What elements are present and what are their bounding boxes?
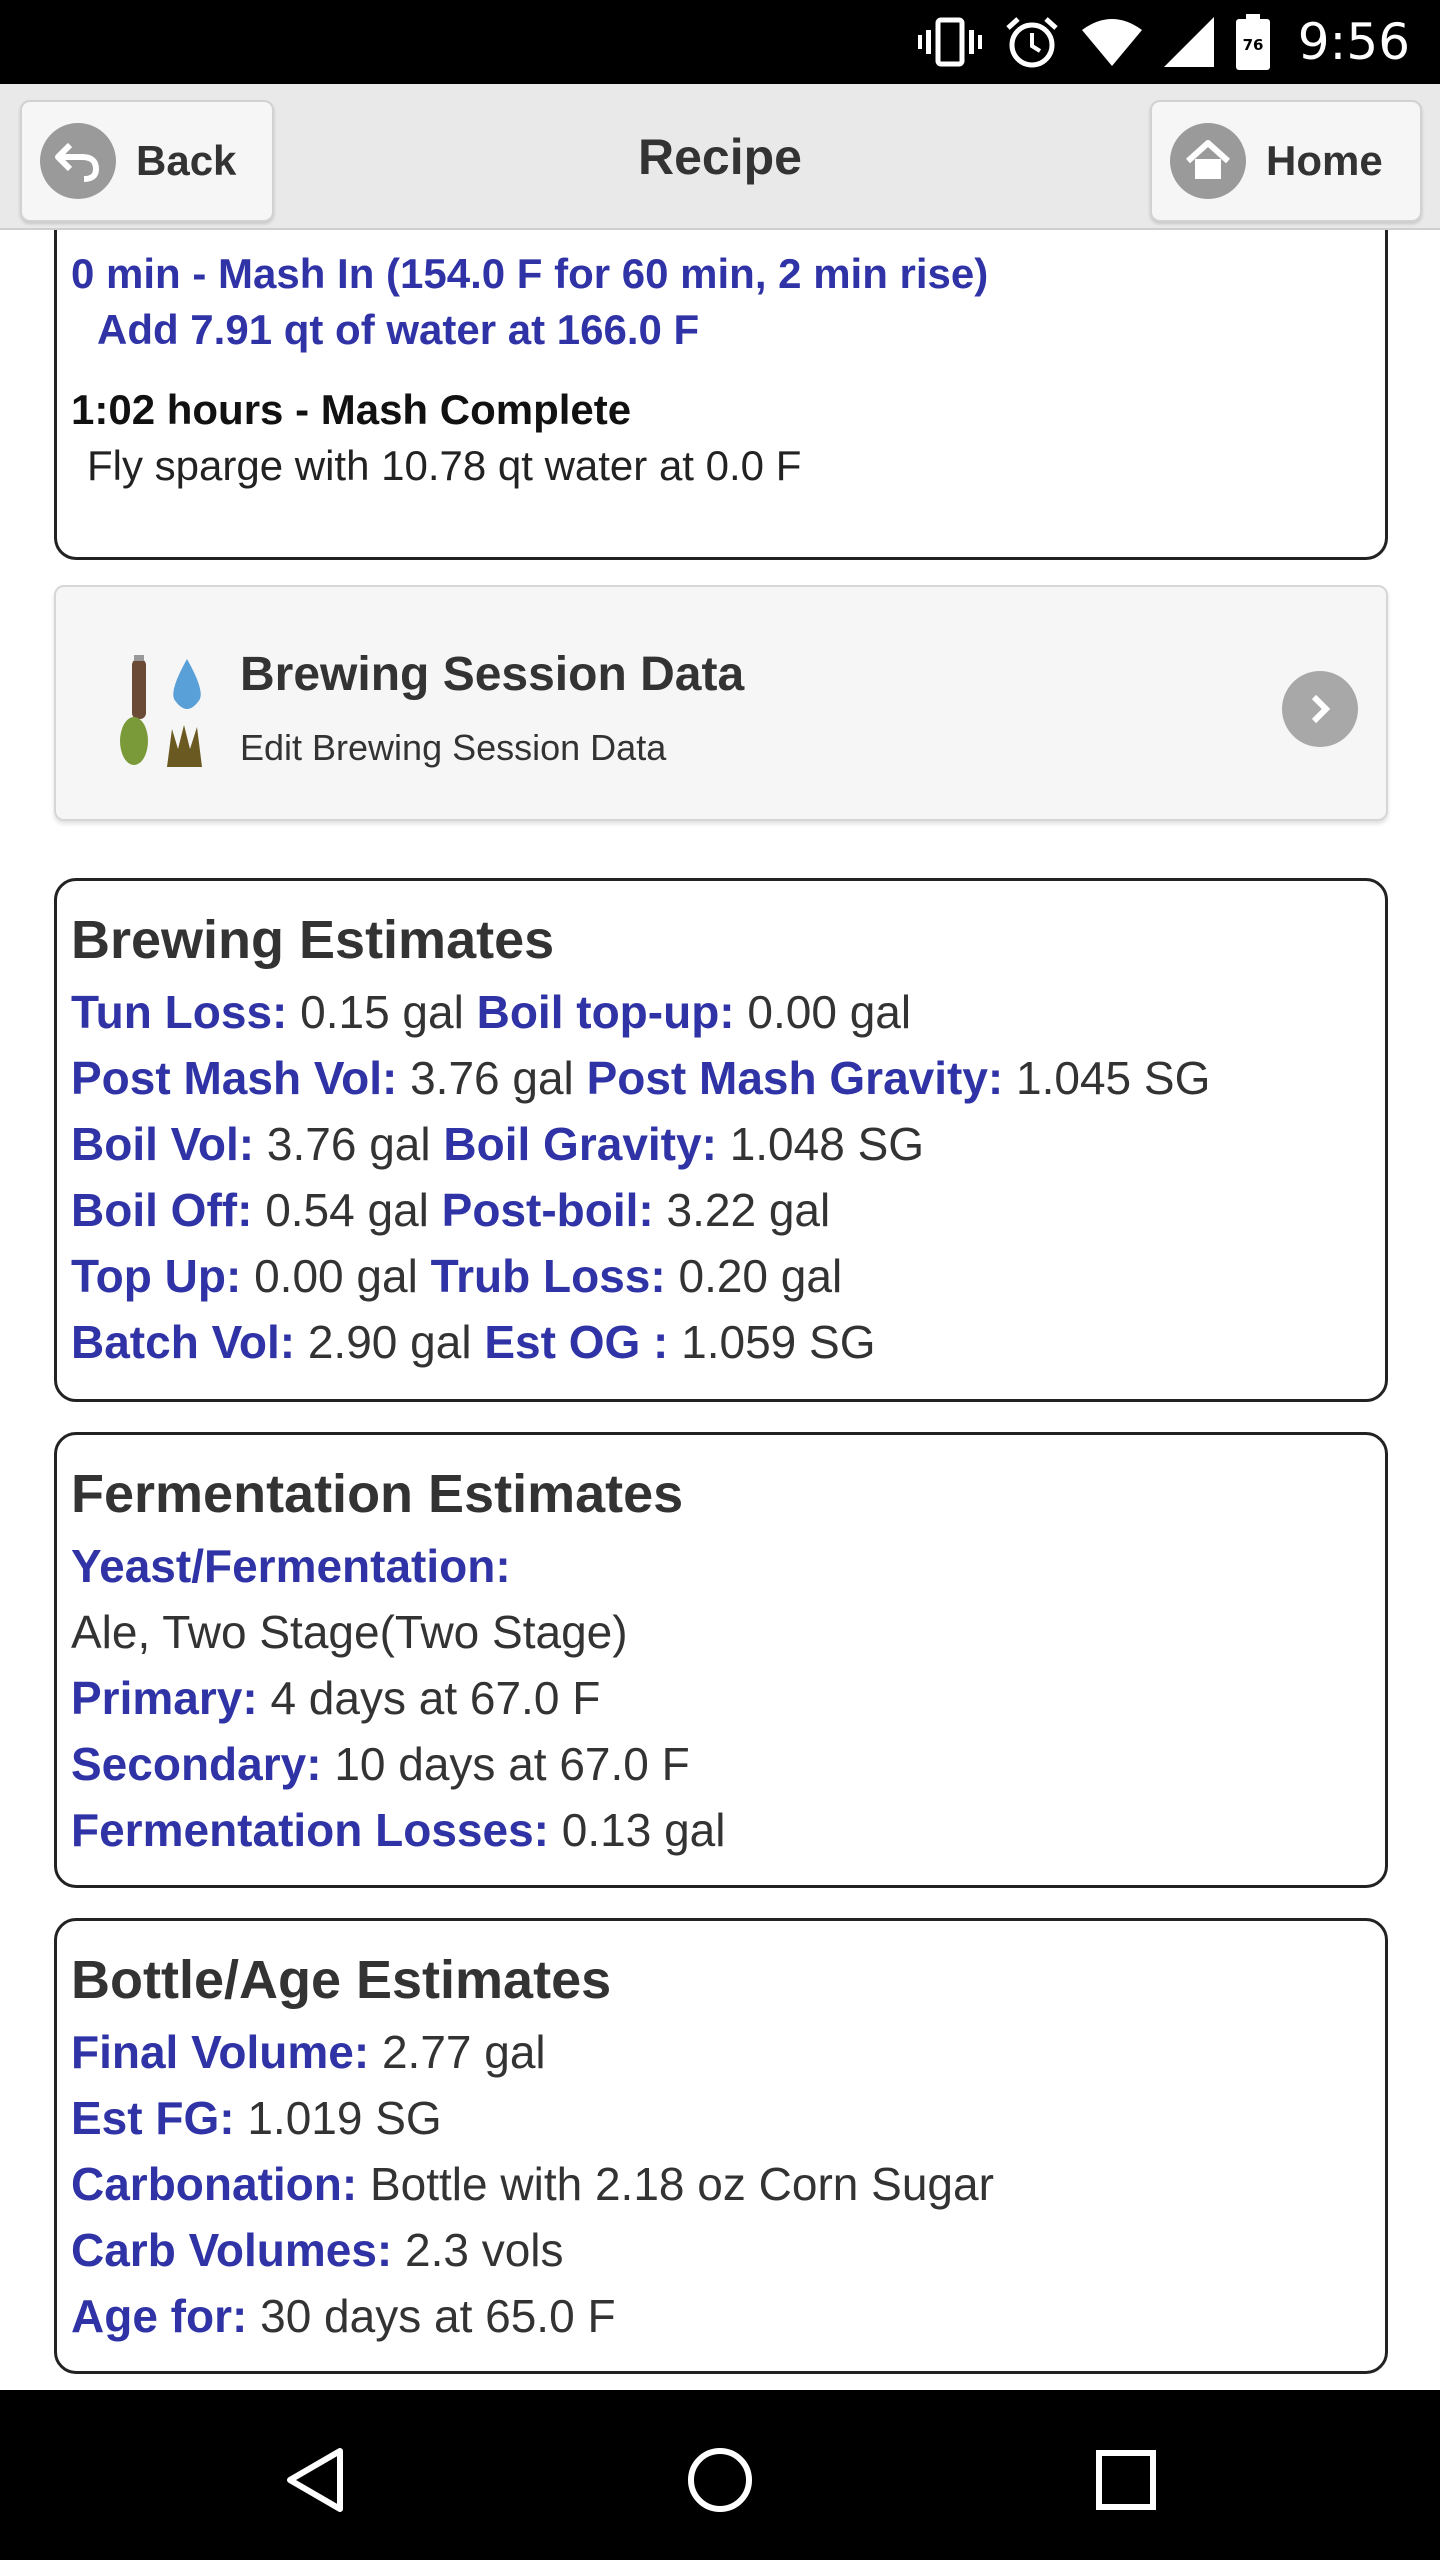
system-nav-bar bbox=[0, 2390, 1440, 2560]
back-button-label: Back bbox=[136, 137, 237, 184]
wifi-icon bbox=[1081, 19, 1142, 66]
fermentation-estimates-title: Fermentation Estimates bbox=[71, 1464, 684, 1524]
estimate-row: Primary: 4 days at 67.0 F bbox=[71, 1672, 601, 1724]
back-button[interactable]: Back bbox=[20, 100, 274, 222]
estimate-row: Batch Vol: 2.90 gal Est OG : 1.059 SG bbox=[71, 1316, 876, 1368]
nav-home-button[interactable] bbox=[680, 2440, 760, 2520]
estimate-row: Tun Loss: 0.15 gal Boil top-up: 0.00 gal bbox=[71, 986, 912, 1038]
nav-back-button[interactable] bbox=[274, 2440, 354, 2520]
estimate-row: Top Up: 0.00 gal Trub Loss: 0.20 gal bbox=[71, 1250, 843, 1302]
chevron-right-icon bbox=[1282, 671, 1358, 747]
fermentation-estimates-card: Fermentation Estimates Yeast/Fermentatio… bbox=[54, 1432, 1388, 1888]
clock: 9:56 bbox=[1297, 13, 1410, 71]
yeast-label: Yeast/Fermentation: bbox=[71, 1540, 511, 1592]
bottle-age-estimates-title: Bottle/Age Estimates bbox=[71, 1950, 612, 2010]
svg-text:76: 76 bbox=[1242, 36, 1263, 54]
brewing-session-button[interactable]: Brewing Session Data Edit Brewing Sessio… bbox=[54, 585, 1388, 821]
estimate-row: Fermentation Losses: 0.13 gal bbox=[71, 1804, 726, 1856]
back-arrow-icon bbox=[40, 123, 116, 199]
sparge-note: Fly sparge with 10.78 qt water at 0.0 F bbox=[87, 442, 802, 489]
mash-step-line1: 0 min - Mash In (154.0 F for 60 min, 2 m… bbox=[71, 250, 989, 297]
brewing-estimates-title: Brewing Estimates bbox=[71, 910, 555, 970]
estimate-row: Post Mash Vol: 3.76 gal Post Mash Gravit… bbox=[71, 1052, 1211, 1104]
estimate-row: Carbonation: Bottle with 2.18 oz Corn Su… bbox=[71, 2158, 994, 2210]
nav-recents-button[interactable] bbox=[1086, 2440, 1166, 2520]
home-icon bbox=[1170, 123, 1246, 199]
estimate-row: Carb Volumes: 2.3 vols bbox=[71, 2224, 564, 2276]
estimate-row: Boil Off: 0.54 gal Post-boil: 3.22 gal bbox=[71, 1184, 831, 1236]
yeast-value: Ale, Two Stage(Two Stage) bbox=[71, 1606, 628, 1658]
estimate-row: Boil Vol: 3.76 gal Boil Gravity: 1.048 S… bbox=[71, 1118, 925, 1170]
estimate-row: Age for: 30 days at 65.0 F bbox=[71, 2290, 616, 2342]
signal-icon bbox=[1163, 17, 1214, 67]
bottle-age-estimates-card: Bottle/Age Estimates Final Volume: 2.77 … bbox=[54, 1918, 1388, 2374]
mash-step-line2: Add 7.91 qt of water at 166.0 F bbox=[97, 306, 700, 353]
nav-back-icon bbox=[287, 2448, 343, 2512]
home-button[interactable]: Home bbox=[1150, 100, 1422, 222]
estimate-row: Est FG: 1.019 SG bbox=[71, 2092, 442, 2144]
nav-home-icon bbox=[688, 2448, 752, 2512]
session-title: Brewing Session Data bbox=[240, 648, 745, 701]
vibrate-icon bbox=[917, 17, 982, 67]
app-header: Recipe Back Home bbox=[0, 84, 1440, 230]
estimate-row: Secondary: 10 days at 67.0 F bbox=[71, 1738, 690, 1790]
nav-recents-icon bbox=[1096, 2450, 1156, 2510]
content-scroll-area[interactable]: 0 min - Mash In (154.0 F for 60 min, 2 m… bbox=[0, 230, 1440, 2390]
brewing-estimates-card: Brewing Estimates Tun Loss: 0.15 gal Boi… bbox=[54, 878, 1388, 1402]
status-bar: 76 9:56 bbox=[0, 0, 1440, 84]
home-button-label: Home bbox=[1266, 137, 1383, 184]
session-subtitle: Edit Brewing Session Data bbox=[240, 727, 667, 768]
alarm-icon bbox=[1006, 17, 1058, 68]
estimate-row: Final Volume: 2.77 gal bbox=[71, 2026, 546, 2078]
mash-schedule-card: 0 min - Mash In (154.0 F for 60 min, 2 m… bbox=[54, 230, 1388, 560]
battery-icon: 76 bbox=[1235, 14, 1270, 70]
brewing-session-icon bbox=[120, 655, 202, 767]
mash-complete: 1:02 hours - Mash Complete bbox=[71, 386, 632, 433]
